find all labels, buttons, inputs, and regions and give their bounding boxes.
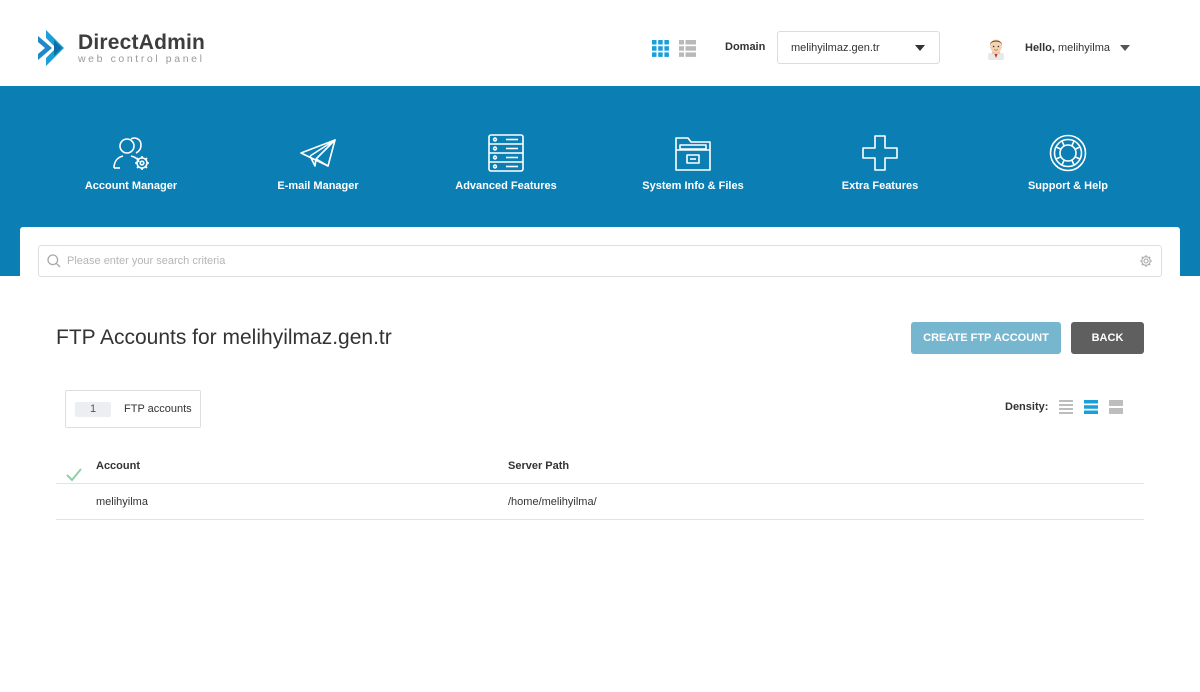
lifebuoy-icon	[1049, 134, 1087, 172]
nav-email-manager[interactable]: E-mail Manager	[228, 134, 408, 192]
server-rack-icon	[488, 134, 524, 172]
nav-support-help[interactable]: Support & Help	[978, 134, 1158, 192]
user-greeting: Hello, melihyilma	[1025, 42, 1110, 54]
users-gear-icon	[113, 137, 149, 170]
nav-system-info-files[interactable]: System Info & Files	[603, 134, 783, 192]
chevron-down-icon	[915, 45, 925, 51]
search-bar	[38, 245, 1162, 277]
nav-label: Support & Help	[1027, 180, 1109, 192]
username: melihyilma	[1058, 42, 1110, 54]
logo-arrows-icon	[38, 30, 64, 66]
table-row[interactable]: melihyilma /home/melihyilma/	[56, 484, 1144, 520]
plus-icon	[862, 135, 898, 171]
density-compact-icon	[1059, 400, 1074, 414]
table-header: Account Server Path	[56, 448, 1144, 484]
nav-label: System Info & Files	[642, 180, 744, 192]
hello-prefix: Hello,	[1025, 42, 1055, 54]
nav-extra-features[interactable]: Extra Features	[790, 134, 970, 192]
nav-label: Extra Features	[841, 180, 919, 192]
nav-advanced-features[interactable]: Advanced Features	[416, 134, 596, 192]
count-badge: 1	[75, 401, 111, 417]
paper-plane-icon	[300, 139, 336, 167]
density-comfortable-option[interactable]	[1109, 400, 1124, 414]
search-icon	[47, 254, 61, 268]
density-label: Density:	[1005, 401, 1049, 413]
nav-account-manager[interactable]: Account Manager	[41, 134, 221, 192]
content-card: FTP Accounts for melihyilmaz.gen.tr CREA…	[20, 227, 1180, 692]
back-button[interactable]: BACK	[1071, 322, 1144, 354]
create-ftp-account-button[interactable]: CREATE FTP ACCOUNT	[911, 322, 1061, 354]
grid-view-icon[interactable]	[652, 40, 669, 57]
nav-label: E-mail Manager	[277, 180, 359, 192]
ftp-accounts-table: Account Server Path melihyilma /home/mel…	[56, 448, 1144, 520]
server-path-cell: /home/melihyilma/	[508, 496, 597, 508]
column-header-server-path[interactable]: Server Path	[508, 448, 569, 484]
domain-select-value: melihyilmaz.gen.tr	[791, 41, 880, 54]
top-header: DirectAdmin web control panel Domain mel…	[0, 0, 1200, 86]
view-toggle	[652, 40, 696, 57]
density-comfortable-icon	[1109, 400, 1124, 414]
count-label: FTP accounts	[124, 403, 192, 415]
avatar	[988, 39, 1004, 60]
page-title: FTP Accounts for melihyilmaz.gen.tr	[56, 326, 392, 349]
nav-label: Advanced Features	[455, 180, 557, 192]
logo-tagline: web control panel	[78, 52, 205, 65]
directadmin-logo[interactable]: DirectAdmin web control panel	[38, 28, 205, 68]
account-cell: melihyilma	[96, 496, 148, 508]
user-menu[interactable]: Hello, melihyilma	[985, 36, 1130, 60]
column-header-account[interactable]: Account	[96, 448, 140, 484]
list-view-icon[interactable]	[679, 40, 696, 57]
logo-name: DirectAdmin	[78, 30, 206, 54]
density-compact-option[interactable]	[1059, 400, 1074, 414]
folder-files-icon	[675, 137, 711, 171]
gear-icon[interactable]	[1139, 254, 1153, 268]
search-input[interactable]	[67, 246, 1127, 276]
ftp-account-count: 1 FTP accounts	[65, 390, 201, 428]
user-menu-chevron-icon	[1119, 45, 1130, 51]
nav-label: Account Manager	[84, 180, 178, 192]
domain-label: Domain	[725, 41, 766, 53]
density-medium-option[interactable]	[1084, 400, 1099, 414]
density-control: Density:	[1005, 400, 1134, 414]
domain-select[interactable]: melihyilmaz.gen.tr	[777, 31, 940, 64]
density-medium-icon	[1084, 400, 1099, 414]
